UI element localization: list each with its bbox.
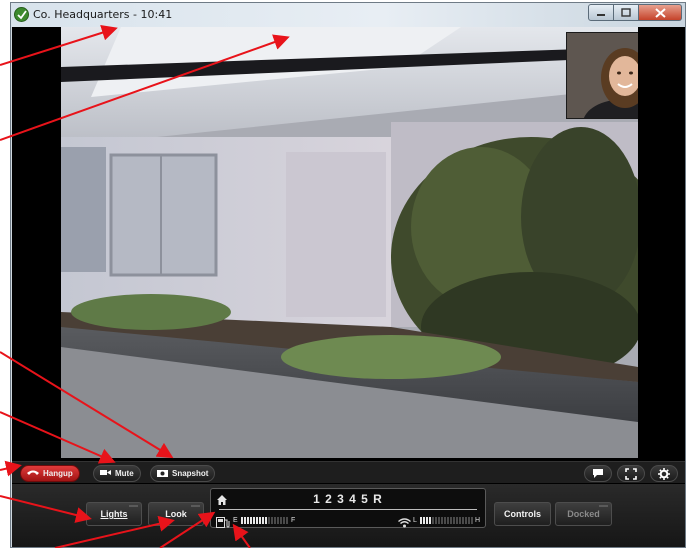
maximize-icon[interactable] <box>614 4 639 21</box>
chat-icon <box>593 469 603 478</box>
wifi-meter-segment <box>462 517 464 524</box>
app-window: Co. Headquarters - 10:41 Hangup Mute Sna… <box>10 2 686 548</box>
battery-meter-segment <box>271 517 273 524</box>
wifi-meter-segment <box>423 517 425 524</box>
look-indicator <box>191 505 200 507</box>
robot-video-feed[interactable] <box>61 27 638 458</box>
controls-label: Controls <box>504 509 541 519</box>
battery-meter <box>241 517 288 524</box>
wifi-meter-segment <box>420 517 422 524</box>
battery-meter-segment <box>241 517 243 524</box>
wifi-meter-segment <box>429 517 431 524</box>
snapshot-label: Snapshot <box>172 469 209 478</box>
client-area: Hangup Mute Snapshot Lights Look 1 2 3 4… <box>12 27 685 547</box>
window-controls <box>588 4 682 21</box>
fullscreen-button[interactable] <box>617 465 645 482</box>
wifi-meter-segment <box>432 517 434 524</box>
docked-button[interactable]: Docked <box>555 502 612 526</box>
lights-label: Lights <box>100 509 128 519</box>
wifi-icon <box>398 515 411 533</box>
battery-meter-segment <box>265 517 267 524</box>
call-toolbar: Hangup Mute Snapshot <box>12 461 685 483</box>
battery-meter-segment <box>253 517 255 524</box>
battery-meter-segment <box>250 517 252 524</box>
wifi-high-label: H <box>475 517 481 524</box>
hangup-label: Hangup <box>43 469 73 478</box>
robot-control-bar: Lights Look 1 2 3 4 5 R E F L H Controls… <box>12 484 685 547</box>
wifi-meter-segment <box>465 517 467 524</box>
wifi-meter-segment <box>441 517 443 524</box>
wifi-meter-segment <box>435 517 437 524</box>
wifi-meter-segment <box>426 517 428 524</box>
status-divider <box>219 509 477 510</box>
battery-meter-segment <box>283 517 285 524</box>
wifi-meter-segment <box>459 517 461 524</box>
battery-meter-segment <box>277 517 279 524</box>
video-scene <box>61 27 638 458</box>
battery-meter-segment <box>286 517 288 524</box>
wifi-meter-segment <box>444 517 446 524</box>
title-bar[interactable]: Co. Headquarters - 10:41 <box>11 3 685 27</box>
self-view-camera[interactable] <box>566 32 638 119</box>
window-title: Co. Headquarters - 10:41 <box>33 8 173 21</box>
minimize-icon[interactable] <box>588 4 614 21</box>
camera-mute-icon <box>100 469 111 478</box>
docked-indicator <box>599 505 608 507</box>
battery-icon <box>216 515 230 533</box>
lights-button[interactable]: Lights <box>86 502 142 526</box>
hangup-button[interactable]: Hangup <box>20 465 80 482</box>
chat-button[interactable] <box>584 465 612 482</box>
wifi-meter-segment <box>447 517 449 524</box>
settings-button[interactable] <box>650 465 678 482</box>
battery-meter-segment <box>259 517 261 524</box>
gear-icon <box>658 467 670 480</box>
fullscreen-icon <box>625 467 637 480</box>
wifi-meter <box>420 517 473 524</box>
mute-button[interactable]: Mute <box>93 465 141 482</box>
battery-meter-segment <box>268 517 270 524</box>
battery-meter-segment <box>280 517 282 524</box>
phone-hangup-icon <box>27 469 39 478</box>
battery-meter-segment <box>244 517 246 524</box>
lights-indicator <box>129 505 138 507</box>
person-self-view <box>567 33 638 118</box>
docked-label: Docked <box>567 509 600 519</box>
wifi-meter-segment <box>438 517 440 524</box>
robot-status-panel: 1 2 3 4 5 R E F L H <box>210 488 486 528</box>
mute-label: Mute <box>115 469 134 478</box>
wifi-meter-segment <box>456 517 458 524</box>
wifi-meter-segment <box>450 517 452 524</box>
snapshot-button[interactable]: Snapshot <box>150 465 216 482</box>
battery-meter-segment <box>256 517 258 524</box>
battery-full-label: F <box>291 517 296 524</box>
wifi-meter-segment <box>471 517 473 524</box>
app-check-icon <box>14 7 29 22</box>
battery-empty-label: E <box>233 517 238 524</box>
wifi-low-label: L <box>413 517 417 524</box>
battery-meter-segment <box>247 517 249 524</box>
look-label: Look <box>165 509 187 519</box>
look-button[interactable]: Look <box>148 502 204 526</box>
floor-selector[interactable]: 1 2 3 4 5 R <box>211 492 485 506</box>
close-icon[interactable] <box>639 4 682 21</box>
wifi-meter-segment <box>468 517 470 524</box>
camera-icon <box>157 469 168 479</box>
battery-meter-segment <box>262 517 264 524</box>
battery-meter-segment <box>274 517 276 524</box>
controls-button[interactable]: Controls <box>494 502 551 526</box>
wifi-meter-segment <box>453 517 455 524</box>
